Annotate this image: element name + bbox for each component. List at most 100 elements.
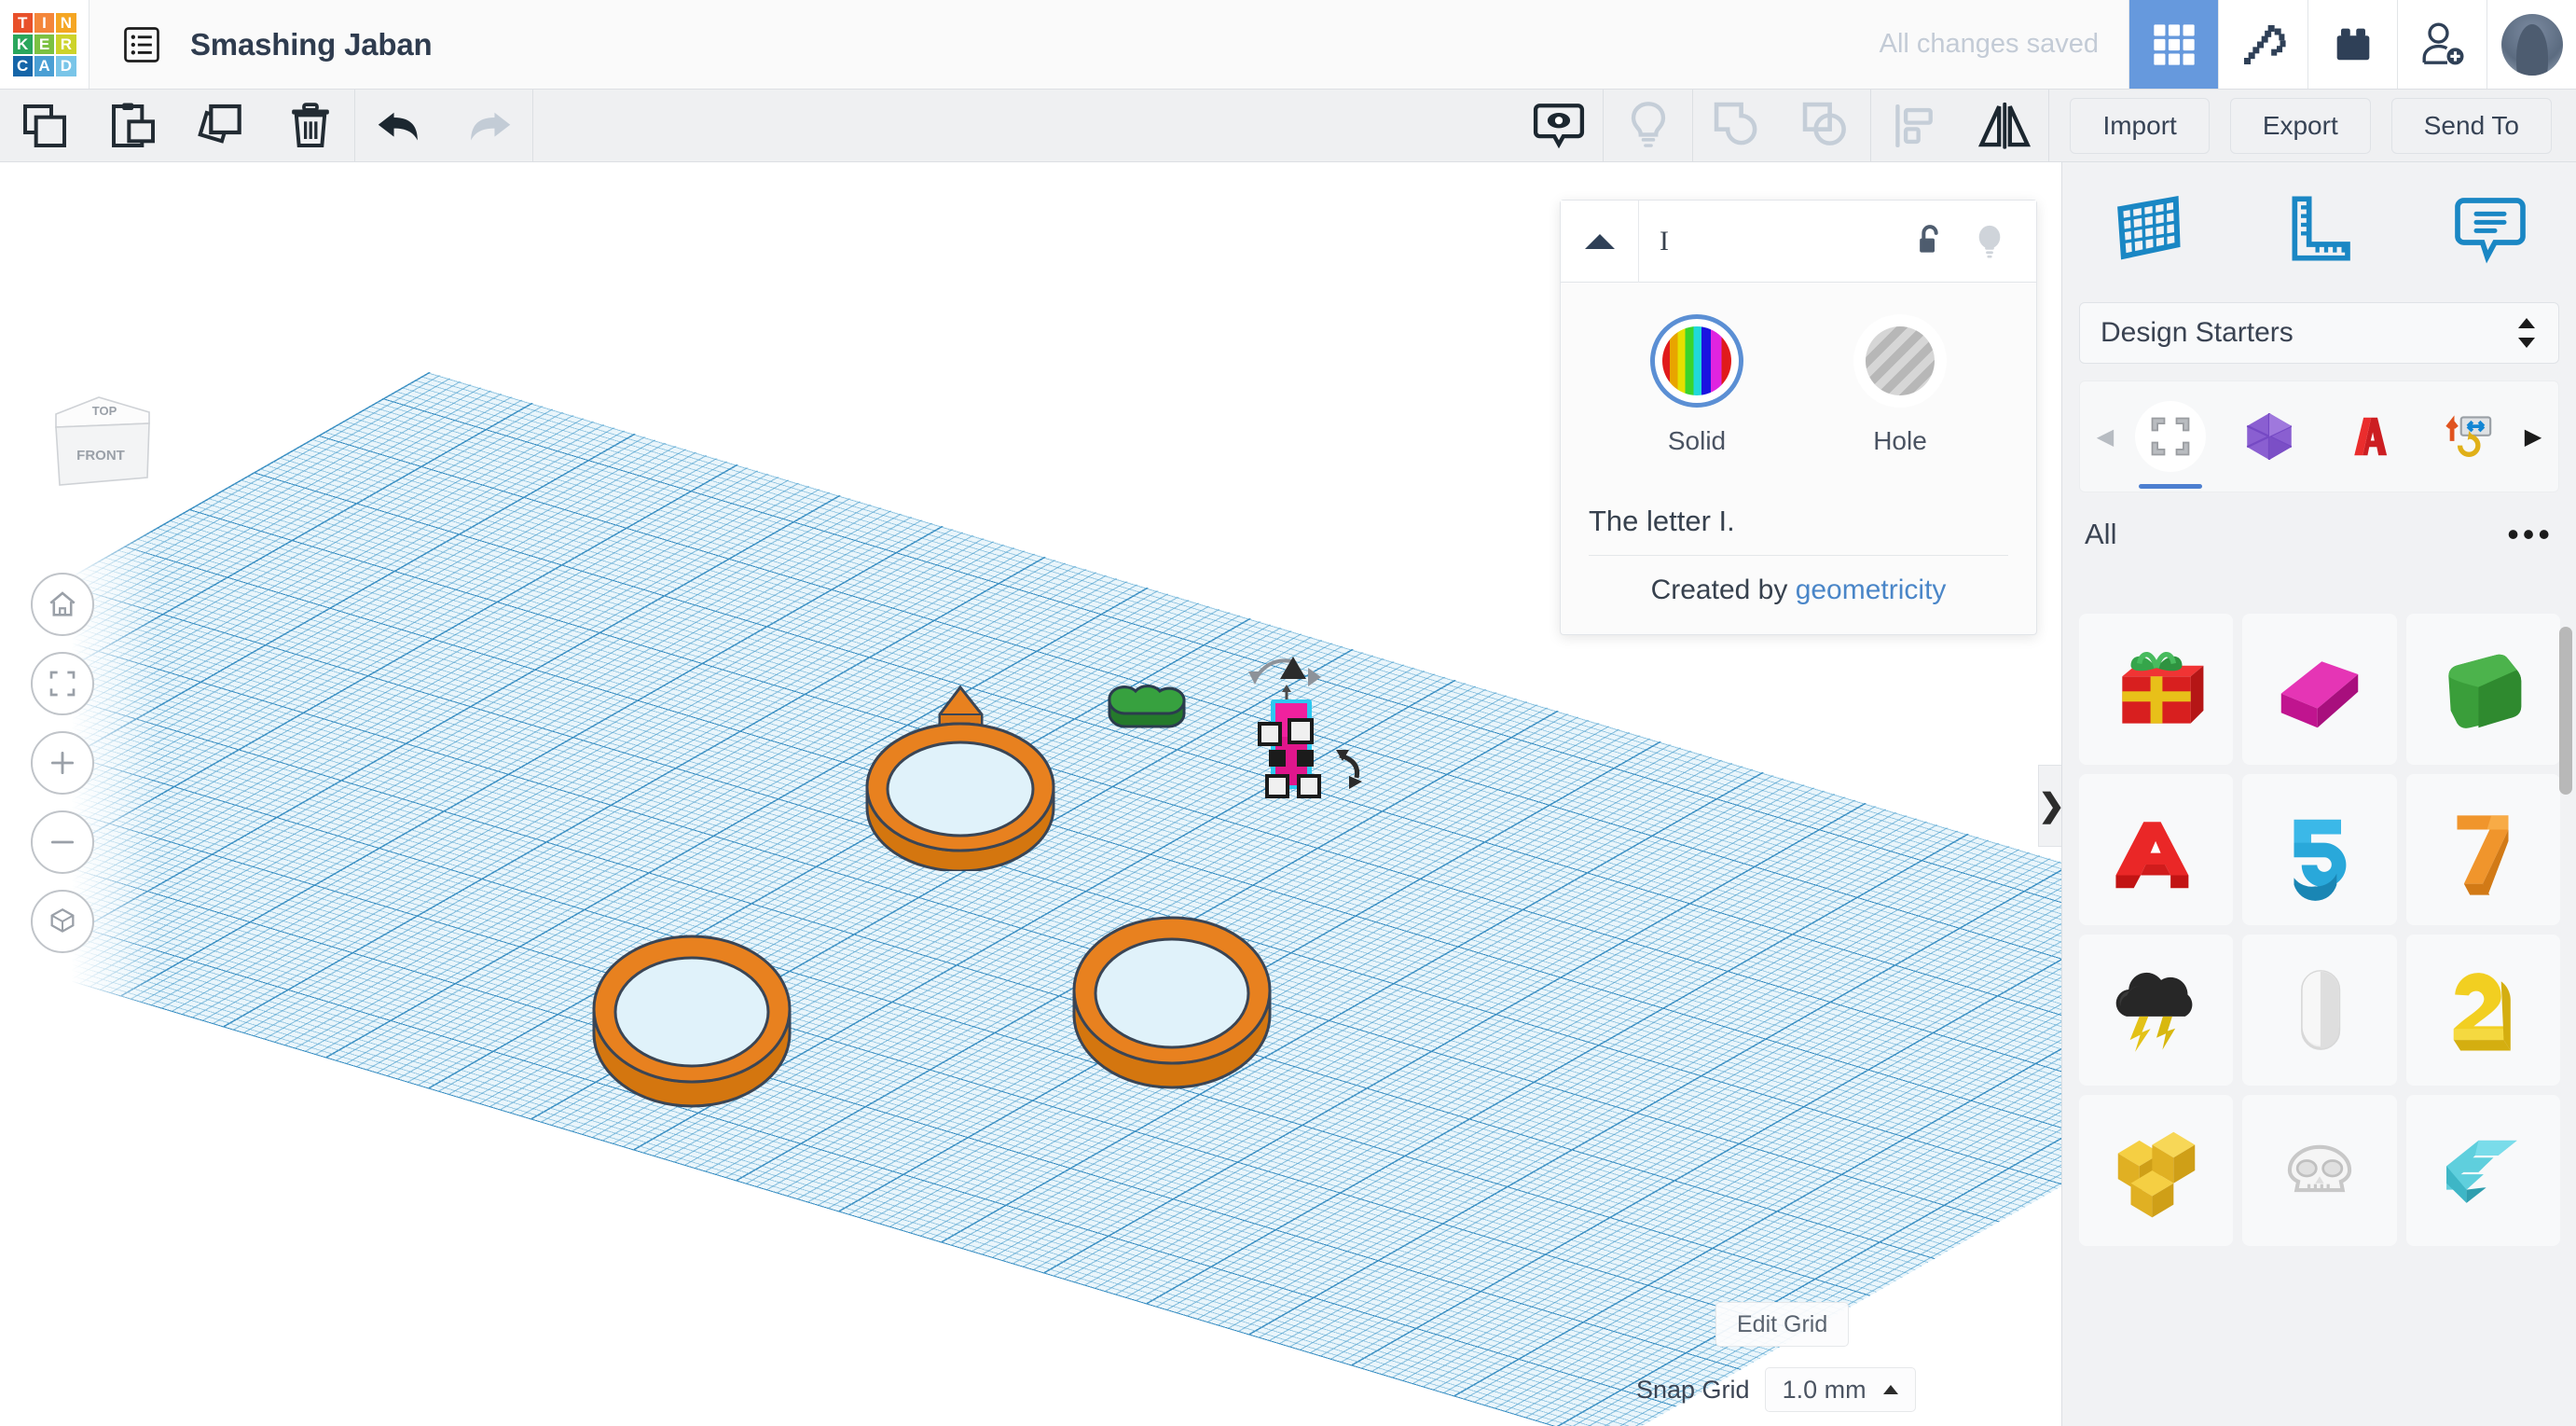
workplane-icon[interactable] [2062,162,2234,295]
toolbar-divider-2 [532,89,533,162]
save-status: All changes saved [1879,29,2099,59]
delete-button[interactable] [266,90,354,162]
logo-cell-e: E [34,34,55,55]
shape-grid-scrollbar[interactable] [2559,627,2572,795]
filter-row: All ••• [2085,502,2554,567]
category-carousel: ◀ ▶ [2079,381,2559,492]
copy-button[interactable] [0,90,89,162]
polyhedron-category[interactable] [2220,381,2319,492]
logo-cell-n: N [56,12,76,33]
green-rounded-cube-shape[interactable] [2405,614,2560,765]
solid-color-swatch[interactable] [1650,314,1743,408]
selected-letter-i-shape[interactable] [1235,645,1422,804]
page-title: Smashing Jaban [190,26,433,62]
zoom-out-button[interactable] [31,810,94,874]
shapes-sidebar: Design Starters ◀ ▶ All ••• [2061,162,2576,1426]
caret-up-icon [1882,1385,1898,1394]
number-7-shape[interactable] [2405,774,2560,925]
logo-cell-i: I [34,12,55,33]
ruler-icon[interactable] [2234,162,2405,295]
avatar[interactable] [2486,0,2576,89]
letters-category[interactable] [2320,381,2418,492]
app-header: TIN KER CAD Smashing Jaban All changes sav… [0,0,2576,90]
redo-button[interactable] [444,90,532,162]
ring-shape-right[interactable] [1063,880,1398,1114]
group-button[interactable] [1693,90,1782,162]
shape-name-label: I [1660,225,1669,256]
invite-user-icon[interactable] [2397,0,2486,89]
toolbar-divider-6 [2048,89,2050,162]
import-button[interactable]: Import [2070,97,2210,154]
gift-box-shape[interactable] [2079,614,2234,765]
send-to-button[interactable]: Send To [2390,97,2552,154]
align-button[interactable] [1871,90,1960,162]
collapse-panel-button[interactable]: ❯ [2038,765,2065,847]
connectors-category[interactable] [2418,381,2517,492]
edit-toolbar: Import Export Send To [0,89,2576,162]
cube-cluster-shape[interactable] [2079,1095,2234,1246]
logo-cell-k: K [12,34,33,55]
viewport-nav-buttons [31,573,94,969]
letter-e-shape[interactable] [2405,1095,2560,1246]
lightbulb-icon[interactable] [1960,201,2019,283]
library-select[interactable]: Design Starters [2079,302,2559,364]
minecraft-pickaxe-icon[interactable] [2218,0,2307,89]
hole-label: Hole [1873,426,1927,455]
lego-brick-icon[interactable] [2307,0,2397,89]
letter-a-shape[interactable] [2079,774,2234,925]
shape-credit: Created by geometricity [1561,575,2036,606]
shape-library-grid [2079,614,2560,1426]
shape-properties-header: I [1561,200,2036,283]
home-view-button[interactable] [31,573,94,636]
hole-swatch[interactable] [1853,314,1947,408]
tinkercad-logo[interactable]: TIN KER CAD [0,0,90,89]
magenta-box-shape[interactable] [2242,614,2397,765]
duplicate-button[interactable] [177,90,266,162]
view-cube[interactable]: TOP FRONT [39,386,158,498]
triangle-up-icon[interactable] [1561,200,1639,283]
note-icon[interactable] [2404,162,2576,295]
tinkercad-app: TINKERCAD Smashing Jaban All changes sav… [0,0,2576,1426]
project-list-icon[interactable] [121,24,162,65]
mirror-button[interactable] [1960,90,2048,162]
green-clover-shape[interactable] [1091,666,1221,750]
number-5-shape[interactable] [2242,774,2397,925]
undo-button[interactable] [355,90,444,162]
edit-grid-button[interactable]: Edit Grid [1715,1302,1850,1347]
logo-cell-r: R [56,34,76,55]
logo-cell-t: T [12,12,33,33]
export-button[interactable]: Export [2229,97,2371,154]
logo-cell-c: C [12,56,33,76]
snap-grid-value: 1.0 mm [1782,1375,1867,1404]
unlock-icon[interactable] [1900,201,1960,283]
thunder-cloud-shape[interactable] [2079,935,2234,1086]
number-2-shape[interactable] [2405,935,2560,1086]
chevron-updown-icon [2518,318,2535,348]
hide-bulb-button[interactable] [1604,90,1692,162]
category-prev-button[interactable]: ◀ [2089,423,2121,450]
hole-mode-option[interactable]: Hole [1825,314,1975,456]
zoom-in-button[interactable] [31,731,94,795]
shape-description: The letter I. [1589,505,2008,556]
fit-to-view-button[interactable] [31,652,94,715]
shape-properties-panel: I Solid Hole The letter I. Created by ge… [1560,200,2037,635]
viewcube-front-label: FRONT [76,448,125,464]
snap-grid-label: Snap Grid [1636,1375,1750,1404]
basic-shapes-category[interactable] [2121,381,2220,492]
ring-shape-left[interactable] [583,899,918,1132]
solid-mode-option[interactable]: Solid [1622,314,1771,456]
snap-grid-select[interactable]: 1.0 mm [1764,1367,1916,1412]
view-visibility-button[interactable] [1514,90,1603,162]
paste-button[interactable] [89,90,177,162]
ungroup-button[interactable] [1782,90,1870,162]
filter-label: All [2085,518,2117,550]
credit-author-link[interactable]: geometricity [1796,575,1947,605]
category-next-button[interactable]: ▶ [2517,423,2549,450]
logo-cell-a: A [34,56,55,76]
more-options-button[interactable]: ••• [2507,515,2554,554]
blocks-grid-icon[interactable] [2128,0,2218,89]
capsule-shape[interactable] [2242,935,2397,1086]
ortho-perspective-button[interactable] [31,890,94,953]
credit-prefix: Created by [1650,575,1788,605]
skull-shape[interactable] [2242,1095,2397,1246]
